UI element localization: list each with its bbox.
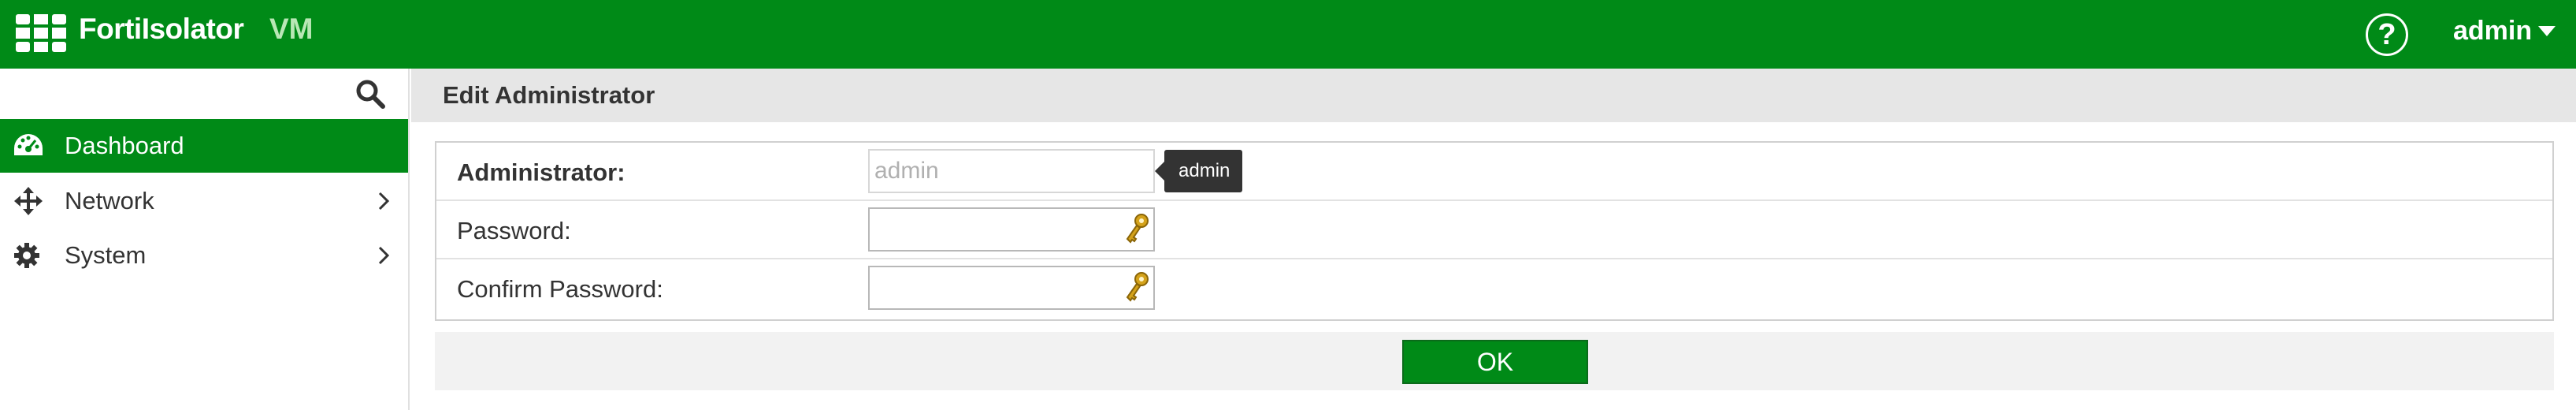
form-row-password: Password: (436, 201, 2552, 259)
page-title: Edit Administrator (443, 81, 655, 109)
fortinet-logo-icon (16, 14, 66, 52)
chevron-right-icon (378, 246, 390, 265)
sidebar-search (0, 69, 408, 119)
form-row-confirm-password: Confirm Password: (436, 259, 2552, 318)
form-row-administrator: Administrator: admin (436, 143, 2552, 201)
gear-icon (14, 243, 39, 268)
sidebar-item-label: System (65, 241, 147, 269)
user-menu[interactable]: admin (2453, 16, 2556, 47)
ok-button[interactable]: OK (1402, 340, 1588, 384)
sidebar-item-label: Network (65, 187, 154, 214)
password-label: Password: (457, 217, 571, 244)
edit-admin-form: Administrator: admin Password: Confirm P… (435, 141, 2554, 390)
administrator-field (868, 149, 1155, 193)
sidebar-item-dashboard[interactable]: Dashboard (0, 119, 408, 173)
key-icon[interactable] (1123, 212, 1150, 247)
search-icon[interactable] (354, 78, 386, 110)
sidebar-item-label: Dashboard (65, 132, 184, 159)
confirm-password-label: Confirm Password: (457, 275, 663, 303)
page-header: Edit Administrator (411, 69, 2576, 122)
key-icon[interactable] (1123, 270, 1150, 305)
confirm-password-field[interactable] (868, 266, 1155, 310)
app-name: FortiIsolator (79, 13, 244, 45)
password-field[interactable] (868, 207, 1155, 252)
app-edition: VM (269, 13, 314, 45)
form-box: Administrator: admin Password: Confirm P… (435, 141, 2554, 321)
main-content: Edit Administrator Administrator: admin … (411, 69, 2576, 410)
form-footer: OK (435, 332, 2554, 390)
top-bar: FortiIsolator VM ? admin (0, 0, 2576, 69)
sidebar-item-network[interactable]: Network (0, 174, 408, 228)
sidebar-item-system[interactable]: System (0, 229, 408, 282)
administrator-tooltip: admin (1154, 150, 1243, 192)
help-icon[interactable]: ? (2366, 13, 2408, 56)
dashboard-icon (14, 134, 43, 155)
move-arrows-icon (14, 187, 43, 215)
user-name: admin (2453, 16, 2533, 46)
chevron-right-icon (378, 192, 390, 211)
administrator-label: Administrator: (457, 158, 625, 186)
sidebar: Dashboard Network System (0, 69, 410, 410)
caret-down-icon (2538, 26, 2556, 36)
